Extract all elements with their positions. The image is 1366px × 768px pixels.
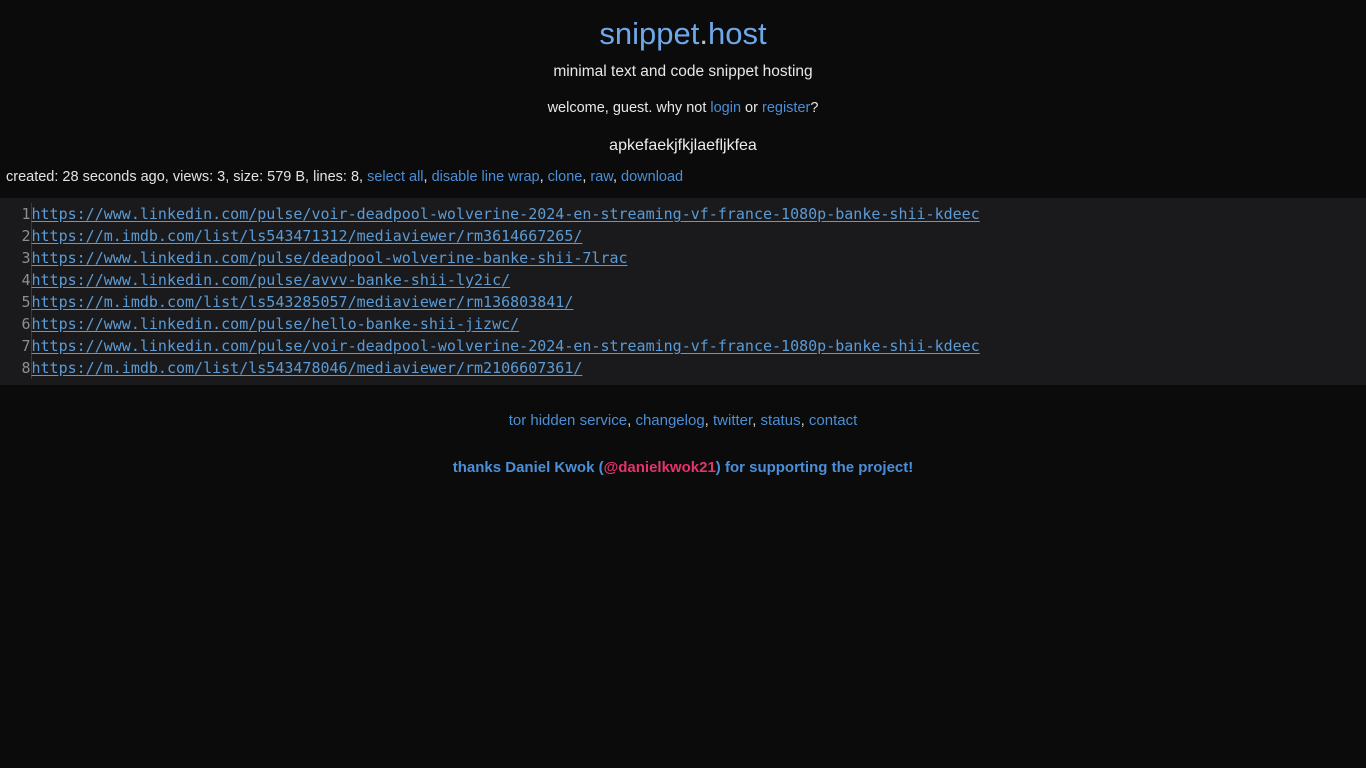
meta-action-disable-line-wrap[interactable]: disable line wrap xyxy=(432,169,540,185)
register-link[interactable]: register xyxy=(762,100,810,116)
code-line-row: 4 https://www.linkedin.com/pulse/avvv-ban… xyxy=(0,269,1366,292)
code-line-content: https://www.linkedin.com/pulse/deadpool-… xyxy=(31,247,1366,269)
code-line-number[interactable]: 3 xyxy=(0,247,32,270)
footer-separator: , xyxy=(752,412,761,430)
code-line-content: https://m.imdb.com/list/ls543478046/medi… xyxy=(31,357,1366,379)
thanks-prefix: thanks Daniel Kwok ( xyxy=(452,459,604,477)
snippet-code-block: 1 https://www.linkedin.com/pulse/voir-dea… xyxy=(0,198,1366,386)
code-line-number[interactable]: 2 xyxy=(0,225,32,248)
welcome-suffix: ? xyxy=(810,100,819,117)
code-line-number[interactable]: 8 xyxy=(0,357,32,380)
code-line-content: https://www.linkedin.com/pulse/avvv-bank… xyxy=(31,269,1366,291)
snippet-meta-actions: select all, disable line wrap, clone, ra… xyxy=(367,169,683,185)
footer-link-tor-hidden-service[interactable]: tor hidden service xyxy=(509,412,627,429)
meta-separator: , xyxy=(539,169,548,186)
code-line-link[interactable]: https://www.linkedin.com/pulse/hello-ban… xyxy=(32,315,520,333)
welcome-separator: or xyxy=(741,100,762,117)
code-line-link[interactable]: https://www.linkedin.com/pulse/voir-dead… xyxy=(32,337,980,355)
welcome-prefix: welcome, guest. why not xyxy=(547,100,711,117)
code-line-link[interactable]: https://m.imdb.com/list/ls543285057/medi… xyxy=(32,293,574,311)
logo-name: snippet xyxy=(599,16,700,51)
sponsor-thanks: thanks Daniel Kwok (@danielkwok21) for s… xyxy=(0,459,1366,476)
code-line-row: 6 https://www.linkedin.com/pulse/hello-ba… xyxy=(0,313,1366,336)
snippet-meta: created: 28 seconds ago, views: 3, size:… xyxy=(0,169,1366,185)
code-line-content: https://www.linkedin.com/pulse/voir-dead… xyxy=(31,203,1366,225)
code-line-row: 5 https://m.imdb.com/list/ls543285057/med… xyxy=(0,291,1366,314)
welcome-line: welcome, guest. why not login or registe… xyxy=(0,100,1366,116)
code-line-number[interactable]: 6 xyxy=(0,313,32,336)
code-line-content: https://m.imdb.com/list/ls543471312/medi… xyxy=(31,225,1366,247)
code-line-number[interactable]: 4 xyxy=(0,269,32,292)
snippet-meta-text: created: 28 seconds ago, views: 3, size:… xyxy=(6,169,364,186)
code-line-content: https://www.linkedin.com/pulse/hello-ban… xyxy=(31,313,1366,335)
meta-action-download[interactable]: download xyxy=(621,169,683,185)
footer-link-contact[interactable]: contact xyxy=(809,412,857,429)
site-logo-link[interactable]: snippet.host xyxy=(599,16,766,51)
code-table: 1 https://www.linkedin.com/pulse/voir-dea… xyxy=(0,203,1366,380)
footer-separator: , xyxy=(704,412,714,430)
code-line-link[interactable]: https://m.imdb.com/list/ls543478046/medi… xyxy=(32,359,583,377)
code-line-number[interactable]: 5 xyxy=(0,291,32,314)
code-line-link[interactable]: https://www.linkedin.com/pulse/avvv-bank… xyxy=(32,271,511,289)
code-line-row: 7 https://www.linkedin.com/pulse/voir-dea… xyxy=(0,335,1366,358)
meta-separator: , xyxy=(423,169,432,186)
footer-link-twitter[interactable]: twitter xyxy=(713,412,752,429)
code-line-number[interactable]: 7 xyxy=(0,335,32,358)
footer-separator: , xyxy=(800,412,809,430)
site-tagline: minimal text and code snippet hosting xyxy=(553,63,813,81)
code-line-link[interactable]: https://www.linkedin.com/pulse/voir-dead… xyxy=(32,205,980,223)
code-line-row: 1 https://www.linkedin.com/pulse/voir-dea… xyxy=(0,203,1366,226)
code-line-content: https://www.linkedin.com/pulse/voir-dead… xyxy=(31,335,1366,357)
code-line-row: 8 https://m.imdb.com/list/ls543478046/med… xyxy=(0,357,1366,380)
thanks-suffix: ) for supporting the project! xyxy=(715,459,914,477)
meta-action-select-all[interactable]: select all xyxy=(367,169,423,185)
logo-dot: . xyxy=(699,16,708,51)
code-line-row: 3 https://www.linkedin.com/pulse/deadpool… xyxy=(0,247,1366,270)
code-line-row: 2 https://m.imdb.com/list/ls543471312/med… xyxy=(0,225,1366,248)
meta-action-raw[interactable]: raw xyxy=(590,169,613,185)
code-line-link[interactable]: https://www.linkedin.com/pulse/deadpool-… xyxy=(32,249,628,267)
footer-links: tor hidden service, changelog, twitter, … xyxy=(0,412,1366,429)
code-line-link[interactable]: https://m.imdb.com/list/ls543471312/medi… xyxy=(32,227,583,245)
page-root: snippet.host minimal text and code snipp… xyxy=(0,0,1366,476)
code-line-content: https://m.imdb.com/list/ls543285057/medi… xyxy=(31,291,1366,313)
snippet-title: apkefaekjfkjlaefljkfea xyxy=(609,137,757,155)
sponsor-handle-link[interactable]: @danielkwok21 xyxy=(604,459,716,476)
site-logo[interactable]: snippet.host xyxy=(0,0,1366,51)
meta-separator: , xyxy=(612,169,622,186)
code-line-number[interactable]: 1 xyxy=(0,203,32,226)
footer-link-changelog[interactable]: changelog xyxy=(635,412,704,429)
logo-tld: host xyxy=(707,16,767,51)
meta-action-clone[interactable]: clone xyxy=(548,169,583,185)
footer-link-status[interactable]: status xyxy=(761,412,801,429)
login-link[interactable]: login xyxy=(710,100,741,116)
